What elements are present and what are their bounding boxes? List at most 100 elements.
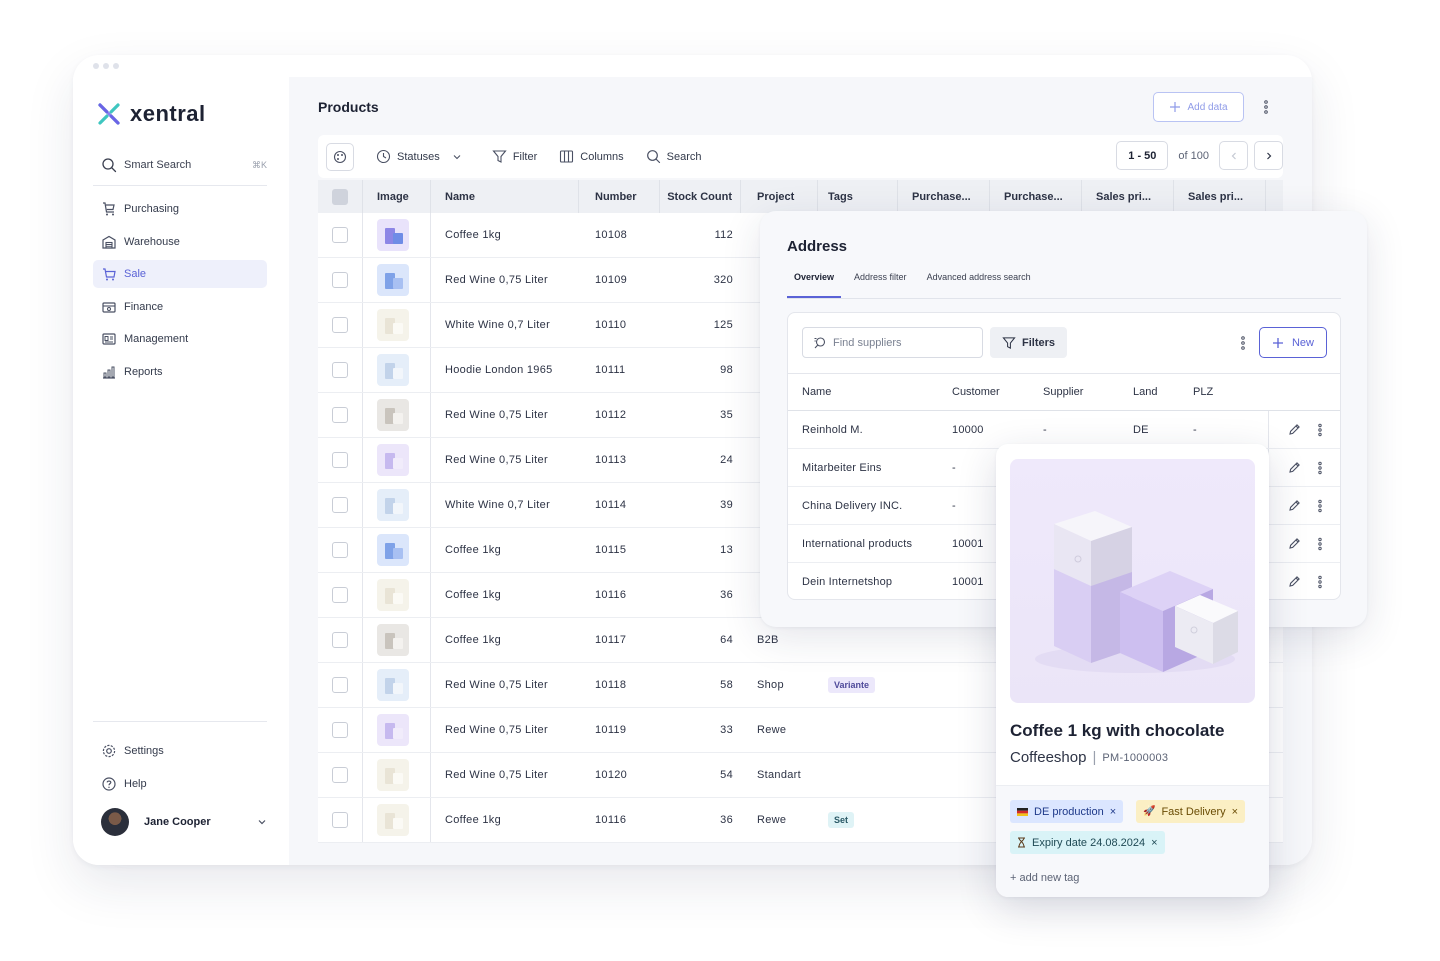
column-header[interactable]: Sales pri... (1174, 180, 1266, 213)
hourglass-icon (1018, 837, 1025, 848)
more-vertical-icon[interactable] (1240, 335, 1246, 351)
column-header[interactable]: Tags (818, 180, 898, 213)
column-header[interactable]: Purchase... (990, 180, 1082, 213)
product-thumbnail[interactable] (377, 399, 409, 431)
product-thumbnail[interactable] (377, 219, 409, 251)
next-page-button[interactable] (1254, 141, 1283, 170)
row-checkbox[interactable] (332, 362, 348, 378)
column-header[interactable]: Land (1119, 386, 1179, 398)
sidebar-item-purchasing[interactable]: Purchasing (93, 195, 267, 223)
pencil-icon[interactable] (1288, 461, 1301, 474)
row-checkbox[interactable] (332, 497, 348, 513)
image-cell (363, 528, 431, 572)
cell-name: Dein Internetshop (802, 575, 893, 588)
cell-name: Reinhold M. (802, 423, 863, 436)
management-icon (102, 333, 116, 345)
row-checkbox[interactable] (332, 632, 348, 648)
row-checkbox[interactable] (332, 452, 348, 468)
search-button[interactable]: Search (646, 149, 702, 164)
more-vertical-icon[interactable] (1263, 99, 1269, 115)
row-checkbox[interactable] (332, 542, 348, 558)
more-vertical-icon[interactable] (1317, 575, 1323, 589)
filters-button[interactable]: Filters (990, 327, 1067, 358)
more-vertical-icon[interactable] (1317, 499, 1323, 513)
pencil-icon[interactable] (1288, 537, 1301, 550)
select-all-checkbox[interactable] (332, 188, 348, 205)
add-new-tag-link[interactable]: + add new tag (1010, 872, 1079, 884)
pencil-icon[interactable] (1288, 423, 1301, 436)
row-checkbox[interactable] (332, 677, 348, 693)
column-header[interactable]: Name (788, 386, 938, 398)
product-thumbnail[interactable] (377, 579, 409, 611)
basket-icon (103, 268, 116, 281)
separator: | (1092, 749, 1097, 766)
column-header[interactable]: Number (579, 180, 660, 213)
tag-chip-expiry-date[interactable]: Expiry date 24.08.2024 × (1010, 831, 1165, 854)
product-thumbnail[interactable] (377, 489, 409, 521)
product-thumbnail[interactable] (377, 534, 409, 566)
product-thumbnail[interactable] (377, 354, 409, 386)
row-checkbox[interactable] (332, 767, 348, 783)
product-thumbnail[interactable] (377, 804, 409, 836)
plus-icon (1170, 102, 1181, 112)
product-thumbnail[interactable] (377, 669, 409, 701)
user-name: Jane Cooper (144, 816, 211, 828)
page-range[interactable]: 1 - 50 (1116, 141, 1169, 170)
product-thumbnail[interactable] (377, 714, 409, 746)
row-checkbox[interactable] (332, 272, 348, 288)
column-header[interactable]: Supplier (1029, 386, 1119, 398)
row-checkbox[interactable] (332, 587, 348, 603)
column-header[interactable]: Purchase... (898, 180, 990, 213)
sidebar-item-management[interactable]: Management (93, 325, 267, 353)
more-vertical-icon[interactable] (1317, 461, 1323, 475)
tab-address-filter[interactable]: Address filter (847, 266, 914, 298)
close-icon[interactable]: × (1151, 837, 1157, 849)
product-thumbnail[interactable] (377, 264, 409, 296)
row-checkbox[interactable] (332, 317, 348, 333)
close-icon[interactable]: × (1110, 806, 1116, 818)
sidebar-item-warehouse[interactable]: Warehouse (93, 228, 267, 256)
row-checkbox[interactable] (332, 812, 348, 828)
tag-chip-fast-delivery[interactable]: 🚀 Fast Delivery × (1136, 800, 1246, 823)
sidebar-item-settings[interactable]: Settings (93, 737, 267, 765)
column-header[interactable]: PLZ (1179, 386, 1268, 398)
column-header[interactable]: Stock Count (660, 180, 741, 213)
column-header[interactable]: Customer (938, 386, 1029, 398)
row-checkbox[interactable] (332, 227, 348, 243)
column-header[interactable]: Project (741, 180, 818, 213)
view-settings-button[interactable] (326, 142, 354, 171)
sidebar-item-reports[interactable]: Reports (93, 358, 267, 386)
sidebar-item-finance[interactable]: Finance (93, 293, 267, 321)
column-header[interactable]: Name (431, 180, 579, 213)
new-address-button[interactable]: New (1259, 327, 1327, 358)
tab-overview[interactable]: Overview (787, 266, 842, 298)
column-header[interactable]: Sales pri... (1082, 180, 1174, 213)
statuses-dropdown[interactable]: Statuses (376, 149, 462, 164)
close-icon[interactable]: × (1232, 806, 1238, 818)
more-vertical-icon[interactable] (1317, 423, 1323, 437)
user-menu[interactable]: Jane Cooper (101, 807, 267, 837)
product-thumbnail[interactable] (377, 444, 409, 476)
tag-chip-de-production[interactable]: DE production × (1010, 800, 1124, 823)
columns-button[interactable]: Columns (559, 149, 624, 164)
find-suppliers-input[interactable]: Find suppliers (802, 327, 983, 358)
sidebar-item-sale[interactable]: Sale (93, 260, 267, 288)
filter-button[interactable]: Filter (492, 149, 537, 164)
columns-label: Columns (580, 150, 624, 163)
more-vertical-icon[interactable] (1317, 537, 1323, 551)
pencil-icon[interactable] (1288, 575, 1301, 588)
pencil-icon[interactable] (1288, 499, 1301, 512)
sidebar-item-help[interactable]: Help (93, 770, 267, 798)
row-checkbox[interactable] (332, 722, 348, 738)
smart-search[interactable]: Smart Search ⌘K (101, 155, 267, 175)
tab-advanced-address-search[interactable]: Advanced address search (920, 266, 1038, 298)
logo[interactable]: xentral (97, 101, 206, 127)
cell-number: 10118 (595, 679, 627, 691)
add-data-button[interactable]: Add data (1153, 92, 1244, 122)
product-thumbnail[interactable] (377, 759, 409, 791)
product-thumbnail[interactable] (377, 624, 409, 656)
product-thumbnail[interactable] (377, 309, 409, 341)
row-checkbox[interactable] (332, 407, 348, 423)
prev-page-button[interactable] (1219, 141, 1248, 170)
column-header[interactable]: Image (363, 180, 431, 213)
